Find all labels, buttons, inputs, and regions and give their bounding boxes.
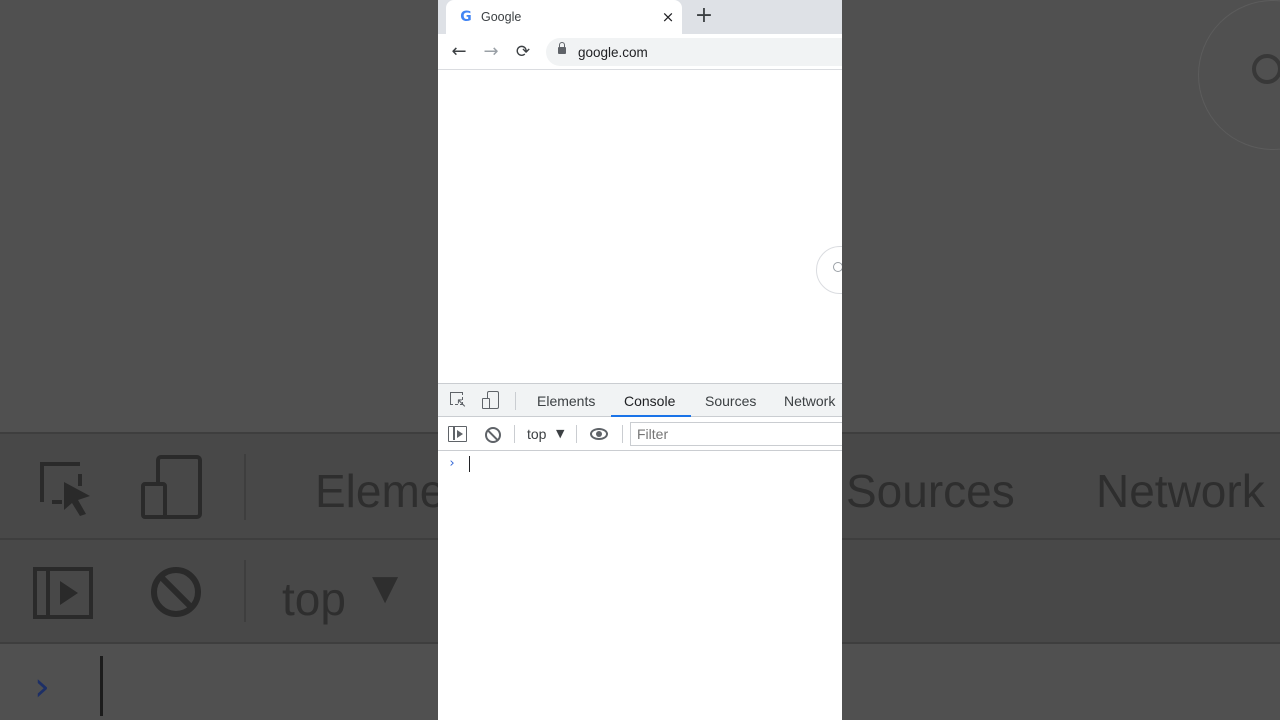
reload-icon[interactable]: ⟳ [510,39,536,65]
address-url[interactable]: google.com [578,45,648,60]
tab-elements[interactable]: Elements [537,393,595,409]
background-caret [100,656,103,716]
console-filter-input[interactable] [630,422,842,446]
console-toolbar: top ▼ [438,417,842,451]
background-tab-network: Network [1096,465,1265,517]
devtools-tabbar: ↖ Elements Console Sources Network [438,384,842,417]
console-output[interactable]: › [438,451,842,720]
lock-icon[interactable] [558,42,566,54]
toolbar-separator [515,392,516,410]
background-device-icon [141,455,202,519]
page-viewport [438,70,842,383]
background-clear-icon [151,567,201,617]
live-expression-eye-icon[interactable] [590,428,608,440]
address-bar[interactable]: google.com [546,38,842,66]
device-toolbar-icon[interactable] [482,391,500,410]
browser-toolbar: ← → ⟳ google.com [438,34,842,70]
browser-window: G Google × + ← → ⟳ google.com ↖ Elements… [438,0,842,720]
chevron-down-icon[interactable]: ▼ [556,427,564,440]
tab-sources[interactable]: Sources [705,393,756,409]
background-separator [244,560,246,622]
google-favicon-icon: G [460,9,472,25]
background-context-caret: ▼ [372,568,399,608]
tab-google[interactable]: G Google × [446,0,682,34]
tab-network[interactable]: Network [784,393,835,409]
toolbar-separator [622,425,623,443]
forward-arrow-icon[interactable]: → [478,39,504,65]
show-sidebar-icon[interactable] [448,426,467,442]
background-prompt: › [34,664,50,710]
console-input-caret [469,456,470,472]
background-tab-sources: Sources [846,465,1015,517]
console-prompt-chevron-icon: › [448,456,456,471]
devtools-panel: ↖ Elements Console Sources Network top ▼ [438,383,842,720]
clear-console-icon[interactable] [485,427,501,443]
background-context: top [282,573,346,625]
inspect-element-icon[interactable]: ↖ [450,392,468,410]
toolbar-separator [514,425,515,443]
background-inspect-icon [40,462,90,516]
tab-close-icon[interactable]: × [658,7,678,27]
context-selector[interactable]: top [527,426,546,442]
background-search-icon [1252,54,1280,84]
background-separator [244,454,246,520]
background-tab-elements: Eleme [315,465,446,517]
background-sidebar-icon [33,567,93,619]
back-arrow-icon[interactable]: ← [446,39,472,65]
tab-title: Google [481,10,522,24]
tab-strip: G Google × + [438,0,842,34]
tab-console[interactable]: Console [624,393,675,409]
new-tab-button[interactable]: + [692,5,716,29]
search-icon[interactable] [816,246,842,294]
toolbar-separator [576,425,577,443]
